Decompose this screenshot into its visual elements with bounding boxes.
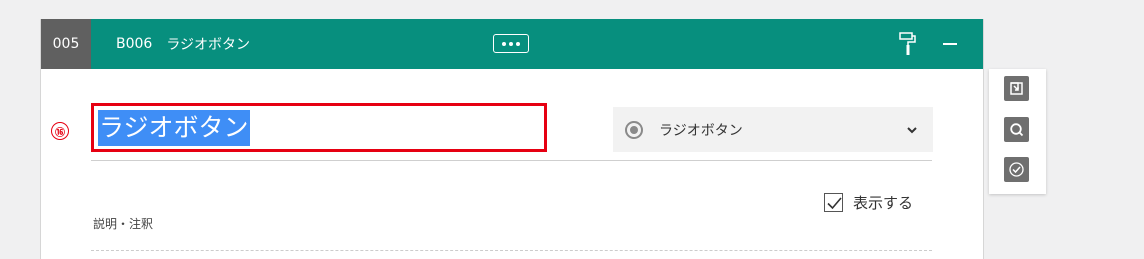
- paint-roller-icon[interactable]: [899, 32, 917, 56]
- description-label: 説明・注釈: [93, 217, 154, 231]
- search-icon: [1010, 123, 1024, 137]
- minimize-icon: [943, 43, 957, 45]
- question-id: B006: [116, 36, 153, 52]
- question-type-selected: ラジオボタン: [659, 122, 743, 139]
- search-button[interactable]: [1004, 117, 1029, 142]
- question-number-badge: ⑯: [51, 122, 69, 140]
- checkmark-icon: [827, 196, 842, 209]
- more-icon: [502, 41, 506, 46]
- question-card: 005 B006 ラジオボタン ⑯ ラジオボタン ラジオボタン 表示する 説明・…: [40, 19, 984, 259]
- more-button[interactable]: [493, 34, 529, 53]
- question-header: 005 B006 ラジオボタン: [41, 19, 983, 69]
- question-title: B006 ラジオボタン: [116, 19, 250, 69]
- question-title-input[interactable]: ラジオボタン: [91, 103, 547, 152]
- checkbox-icon[interactable]: [824, 192, 843, 212]
- show-label: 表示する: [853, 193, 914, 212]
- description-divider: [91, 250, 932, 251]
- check-button[interactable]: [1004, 157, 1029, 182]
- radio-icon: [625, 121, 643, 139]
- question-type-select[interactable]: ラジオボタン: [613, 107, 933, 152]
- question-type-title: ラジオボタン: [166, 37, 251, 53]
- divider: [91, 160, 932, 161]
- question-title-value: ラジオボタン: [98, 110, 250, 146]
- side-toolbar: [989, 69, 1046, 194]
- chevron-down-icon: [907, 127, 917, 134]
- insert-button[interactable]: [1004, 76, 1029, 101]
- check-circle-icon: [1009, 162, 1024, 177]
- question-number: 005: [41, 19, 91, 69]
- show-checkbox[interactable]: 表示する: [824, 191, 913, 213]
- insert-icon: [1010, 82, 1023, 95]
